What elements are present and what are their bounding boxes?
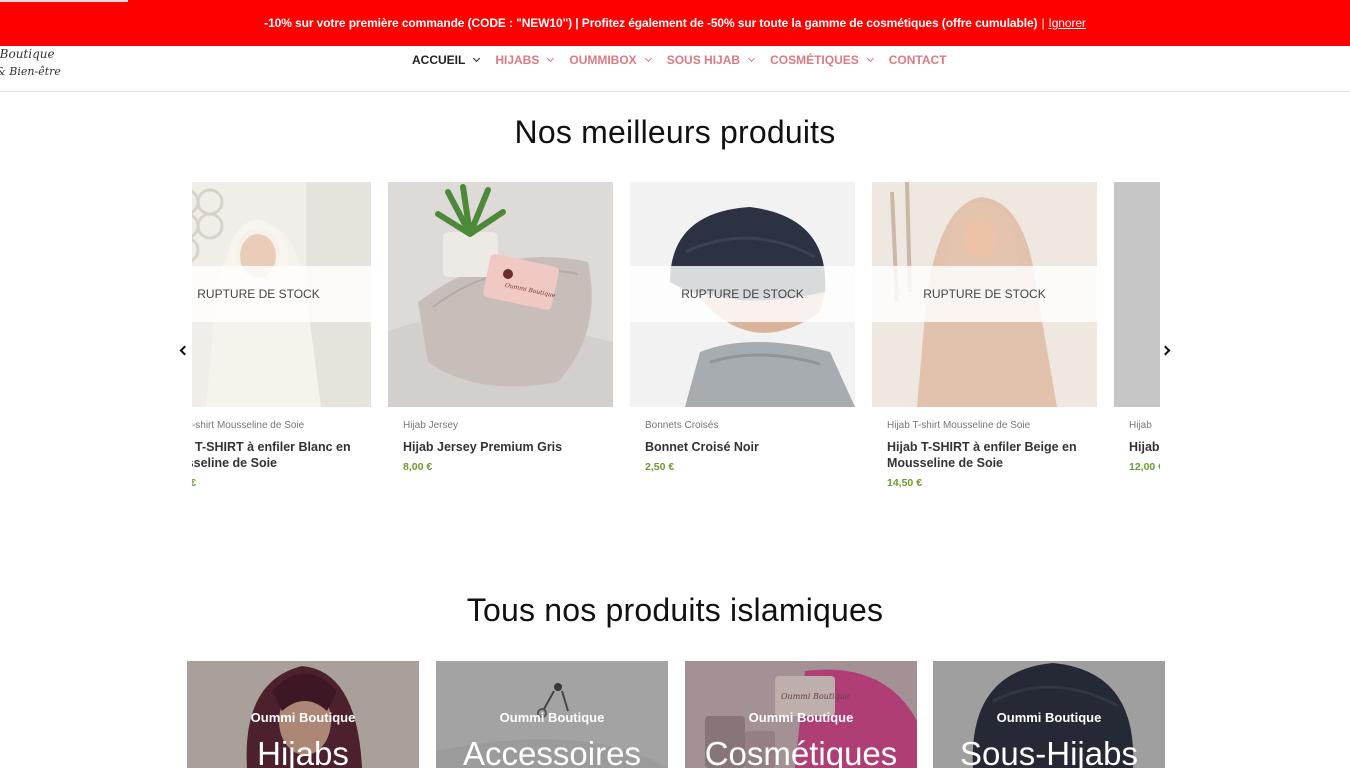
chevron-down-icon (866, 54, 874, 63)
chevron-down-icon (473, 54, 481, 63)
chevron-right-icon (1160, 345, 1171, 355)
product-price: 8,00 € (403, 461, 433, 473)
tile-label: Cosmétiques (704, 735, 898, 768)
product-name[interactable]: Bonnet Croisé Noir (630, 439, 855, 455)
product-carousel: RUPTURE DE STOCK Hijab T-shirt Mousselin… (192, 182, 1160, 512)
category-tile-hijabs[interactable]: Oummi Boutique Hijabs (187, 661, 419, 768)
nav-label: HIJABS (495, 53, 540, 67)
product-image[interactable]: RUPTURE DE STOCK (630, 182, 855, 407)
promo-dismiss-link[interactable]: Ignorer (1048, 16, 1085, 30)
product-name[interactable]: Hijab 1 M (1114, 439, 1160, 455)
chevron-down-icon (644, 54, 652, 63)
product-image[interactable]: Oummi Boutique (388, 182, 613, 407)
product-image[interactable]: RUPTURE DE STOCK (872, 182, 1097, 407)
nav-item-oummibox[interactable]: OUMMIBOX (569, 53, 652, 67)
nav-label: CONTACT (888, 53, 947, 67)
promo-banner: -10% sur votre première commande (CODE :… (0, 0, 1350, 46)
site-header: i Boutique & Bien-être ACCUEIL HIJABS OU… (0, 46, 1350, 92)
product-card[interactable]: RUPTURE DE STOCK Hijab T-shirt Mousselin… (192, 182, 371, 489)
product-price: 2,50 € (645, 461, 675, 473)
carousel-prev-button[interactable] (173, 340, 193, 360)
category-tile-sous-hijabs[interactable]: Oummi Boutique Sous-Hijabs (933, 661, 1165, 768)
product-card[interactable]: Oummi Boutique Hijab Jersey Hijab Jersey… (388, 182, 613, 489)
product-card[interactable]: Hijab Hijab 1 M 12,00 € (1114, 182, 1160, 489)
tile-brand: Oummi Boutique (996, 710, 1102, 725)
nav-item-sous-hijab[interactable]: SOUS HIJAB (666, 53, 756, 67)
chevron-left-icon (179, 345, 190, 355)
product-name[interactable]: Hijab T-SHIRT à enfiler Beige en Moussel… (872, 439, 1097, 471)
carousel-track: RUPTURE DE STOCK Hijab T-shirt Mousselin… (192, 182, 1160, 489)
tile-brand: Oummi Boutique (250, 710, 356, 725)
logo-line-2: & Bien-être (0, 65, 61, 78)
nav-label: SOUS HIJAB (666, 53, 741, 67)
product-category[interactable]: Hijab Jersey (388, 420, 613, 431)
product-name[interactable]: Hijab Jersey Premium Gris (388, 439, 613, 455)
chevron-down-icon (547, 54, 555, 63)
product-image[interactable]: RUPTURE DE STOCK (192, 182, 371, 407)
nav-item-contact[interactable]: CONTACT (889, 53, 947, 67)
carousel-next-button[interactable] (1157, 340, 1177, 360)
product-price: 14,50 € (887, 477, 923, 489)
product-category[interactable]: Bonnets Croisés (630, 420, 855, 431)
tile-label: Accessoires (463, 735, 641, 768)
nav-label: ACCUEIL (412, 53, 466, 67)
product-name[interactable]: Hijab T-SHIRT à enfiler Blanc en Moussel… (192, 439, 371, 471)
top-progress-line (0, 0, 128, 2)
all-products-title: Tous nos produits islamiques (466, 592, 884, 628)
nav-label: COSMÉTIQUES (770, 53, 859, 67)
nav-label: OUMMIBOX (569, 53, 637, 67)
nav-item-hijabs[interactable]: HIJABS (495, 53, 555, 67)
nav-item-accueil[interactable]: ACCUEIL (412, 53, 481, 67)
product-price: 12,00 € (1129, 461, 1160, 473)
chevron-down-icon (748, 54, 756, 63)
tile-label: Sous-Hijabs (960, 735, 1138, 768)
product-price: 12,50 € (192, 477, 197, 489)
out-of-stock-label: RUPTURE DE STOCK (192, 266, 371, 322)
tile-brand: Oummi Boutique (748, 710, 854, 725)
product-image[interactable] (1114, 182, 1160, 407)
best-products-title: Nos meilleurs produits (514, 114, 836, 150)
category-tile-cosmetiques[interactable]: Oummi Boutique Oummi Boutique Cosmétique… (685, 661, 917, 768)
product-category[interactable]: Hijab T-shirt Mousseline de Soie (872, 420, 1097, 431)
main-nav: ACCUEIL HIJABS OUMMIBOX SOUS HIJAB COSMÉ… (412, 53, 963, 67)
tile-label: Hijabs (257, 735, 349, 768)
logo-line-1: i Boutique (0, 47, 55, 61)
tile-brand: Oummi Boutique (499, 710, 605, 725)
promo-separator: | (1041, 16, 1045, 30)
promo-text: -10% sur votre première commande (CODE :… (264, 16, 1038, 30)
out-of-stock-label: RUPTURE DE STOCK (872, 266, 1097, 322)
product-card[interactable]: RUPTURE DE STOCK Hijab T-shirt Mousselin… (872, 182, 1097, 489)
out-of-stock-label: RUPTURE DE STOCK (630, 266, 855, 322)
category-tile-accessoires[interactable]: Oummi Boutique Accessoires (436, 661, 668, 768)
product-category[interactable]: Hijab (1114, 420, 1160, 431)
product-category[interactable]: Hijab T-shirt Mousseline de Soie (192, 420, 371, 431)
nav-item-cosmetiques[interactable]: COSMÉTIQUES (770, 53, 874, 67)
site-logo[interactable]: i Boutique & Bien-être (0, 46, 61, 80)
product-card[interactable]: RUPTURE DE STOCK Bonnets Croisés Bonnet … (630, 182, 855, 489)
